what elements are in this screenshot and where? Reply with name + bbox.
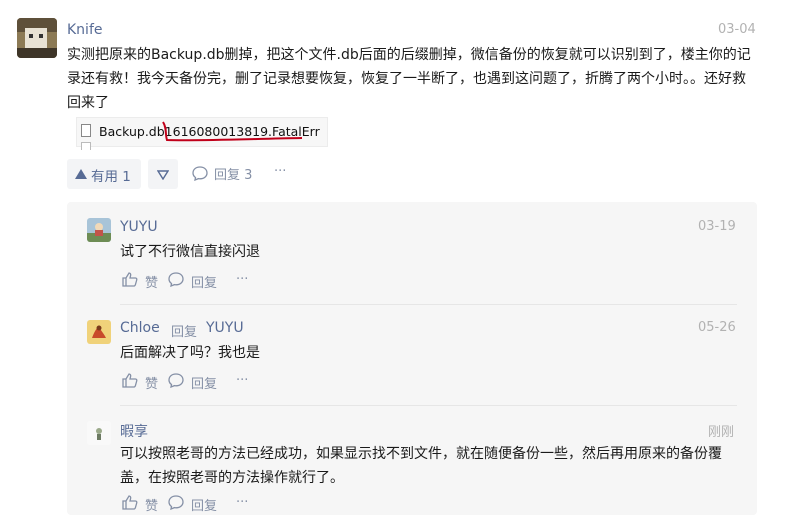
avatar-image	[87, 320, 111, 344]
more-button[interactable]: ···	[236, 373, 248, 388]
reply-username[interactable]: 暇享	[120, 421, 148, 441]
like-label: 赞	[145, 276, 159, 291]
avatar-image	[87, 218, 111, 242]
comment-text-line: 实测把原来的Backup.db删掉，把这个文件.db后面的后缀删掉，微信备份的恢…	[67, 47, 751, 63]
more-button[interactable]: ···	[274, 164, 286, 179]
more-button[interactable]: ···	[236, 272, 248, 287]
comment-date: 03-04	[718, 22, 756, 37]
more-button[interactable]: ···	[236, 495, 248, 510]
reply-count-label: 回复 3	[214, 168, 253, 183]
attachment-image[interactable]: Backup.db1616080013819.FatalErr	[76, 117, 328, 150]
comment-text-line: 录还有救！我今天备份完，删了记录想要恢复，恢复了一半断了，也遇到这问题了，折腾了…	[67, 71, 746, 87]
reply-label: 回复	[191, 499, 218, 514]
triangle-down-icon	[157, 170, 169, 180]
reply-date: 03-19	[698, 219, 736, 234]
file-icon	[81, 124, 91, 137]
reply-text: 试了不行微信直接闪退	[120, 244, 260, 260]
avatar[interactable]	[87, 320, 111, 344]
reply-label: 回复	[191, 276, 218, 291]
comment-bubble-icon	[192, 166, 208, 181]
thumbs-up-icon	[122, 373, 138, 388]
reply-username[interactable]: Chloe	[120, 320, 160, 336]
comment-text-line: 回来了	[67, 95, 109, 111]
reply-text-line: 可以按照老哥的方法已经成功，如果显示找不到文件，就在随便备份一些，然后再用原来的…	[120, 446, 722, 462]
reply-label: 回复	[191, 377, 218, 392]
useful-label: 有用 1	[91, 169, 131, 185]
reply-date: 刚刚	[708, 425, 735, 440]
file-icon	[81, 142, 91, 150]
not-useful-button[interactable]	[148, 159, 178, 189]
reply-date: 05-26	[698, 320, 736, 335]
comment-username[interactable]: Knife	[67, 22, 103, 38]
avatar[interactable]	[87, 218, 111, 242]
avatar[interactable]	[87, 421, 111, 445]
reply-text: 后面解决了吗？我也是	[120, 345, 260, 361]
reply-to-label: 回复	[171, 325, 198, 340]
divider	[120, 405, 737, 406]
like-label: 赞	[145, 377, 159, 392]
reply-target-username[interactable]: YUYU	[206, 320, 244, 336]
red-underline-annotation	[162, 121, 303, 142]
comment-bubble-icon	[168, 272, 184, 287]
avatar-image	[87, 421, 111, 445]
divider	[120, 304, 737, 305]
triangle-up-icon	[75, 169, 87, 179]
like-label: 赞	[145, 499, 159, 514]
thumbs-up-icon	[122, 272, 138, 287]
comment-text: 实测把原来的Backup.db删掉，把这个文件.db后面的后缀删掉，微信备份的恢…	[67, 43, 767, 115]
thumbs-up-icon	[122, 495, 138, 510]
avatar-image	[17, 18, 57, 58]
comment-bubble-icon	[168, 495, 184, 510]
avatar[interactable]	[17, 18, 57, 58]
reply-text-line: 盖，在按照老哥的方法操作就行了。	[120, 470, 344, 486]
reply-text: 可以按照老哥的方法已经成功，如果显示找不到文件，就在随便备份一些，然后再用原来的…	[120, 442, 722, 490]
useful-button[interactable]: 有用 1	[67, 159, 141, 189]
reply-username[interactable]: YUYU	[120, 219, 158, 235]
comment-bubble-icon	[168, 373, 184, 388]
